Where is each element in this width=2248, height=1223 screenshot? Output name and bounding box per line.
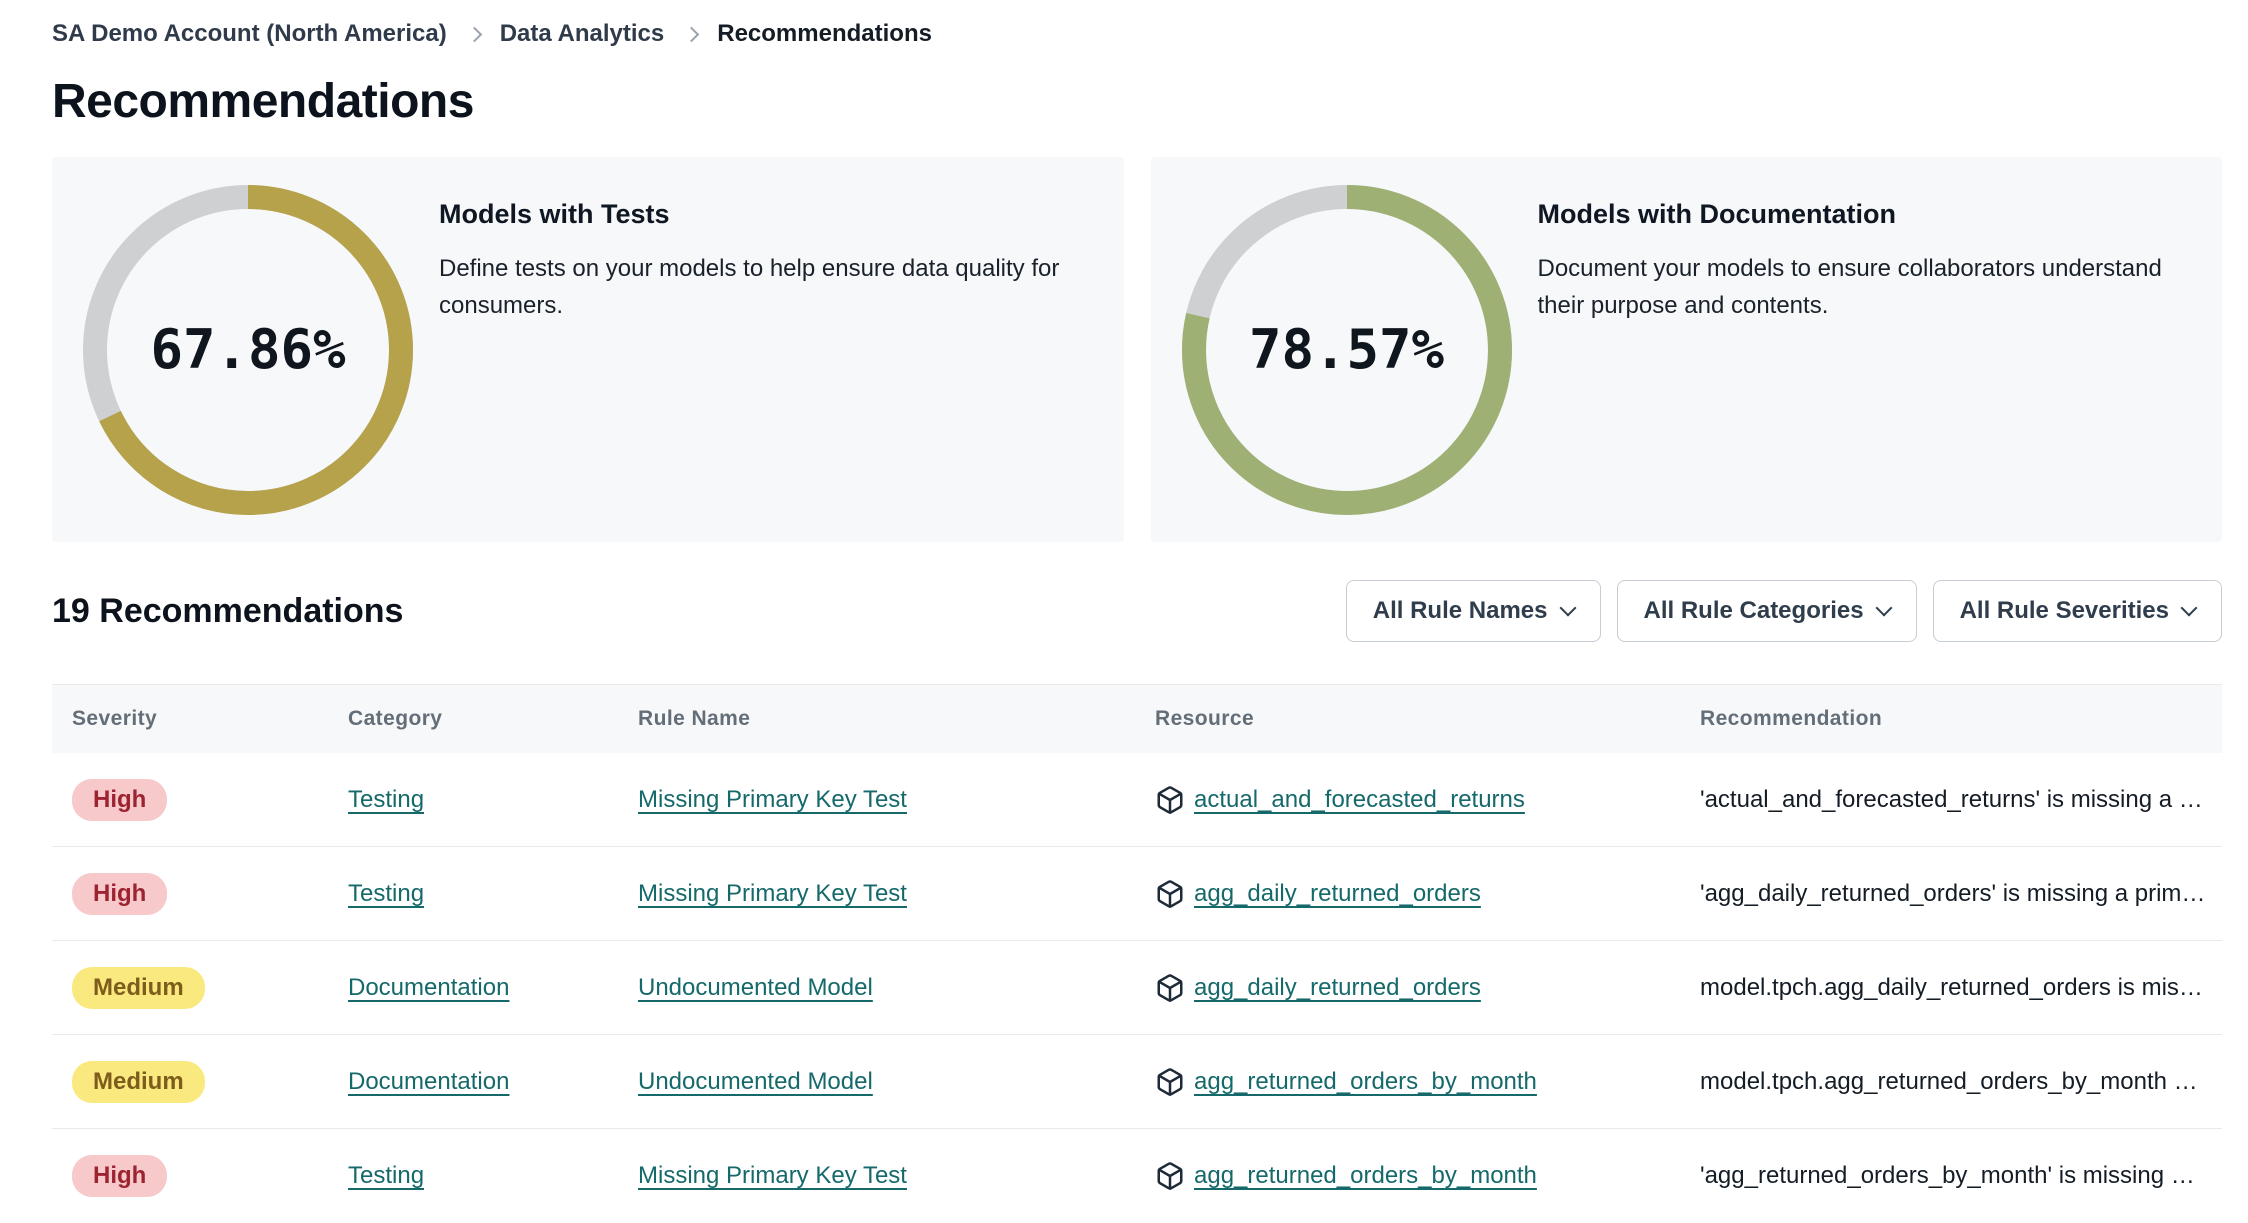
severity-badge: High — [72, 872, 168, 915]
recommendation-text: model.tpch.agg_returned_orders_by_month … — [1700, 1067, 2198, 1095]
recommendations-page: SA Demo Account (North America) Data Ana… — [0, 0, 2248, 1223]
breadcrumb-account[interactable]: SA Demo Account (North America) — [52, 20, 447, 48]
resource-link[interactable]: agg_returned_orders_by_month — [1194, 1162, 1537, 1190]
resource-link[interactable]: actual_and_forecasted_returns — [1194, 786, 1525, 814]
resource-link[interactable]: agg_daily_returned_orders — [1194, 974, 1481, 1002]
metric-cards: 67.86% Models with Tests Define tests on… — [52, 157, 2222, 542]
category-link[interactable]: Testing — [348, 786, 424, 813]
column-header-resource: Resource — [1155, 707, 1255, 730]
column-header-severity: Severity — [72, 707, 158, 730]
recommendations-table: Severity Category Rule Name Resource Rec… — [52, 684, 2222, 1223]
rule-name-link[interactable]: Undocumented Model — [638, 974, 873, 1001]
chevron-right-icon — [683, 26, 700, 42]
tests-card-title: Models with Tests — [439, 199, 670, 229]
docs-card-description: Document your models to ensure collabora… — [1537, 255, 2162, 319]
rule-name-link[interactable]: Undocumented Model — [638, 1068, 873, 1095]
column-header-recommendation: Recommendation — [1700, 707, 1883, 730]
rule-name-link[interactable]: Missing Primary Key Test — [638, 1162, 907, 1189]
table-row: High Testing Missing Primary Key Test ag… — [52, 847, 2222, 941]
table-row: Medium Documentation Undocumented Model … — [52, 941, 2222, 1035]
category-link[interactable]: Testing — [348, 1162, 424, 1189]
chevron-down-icon — [1875, 599, 1893, 617]
docs-card-title: Models with Documentation — [1537, 199, 1897, 229]
rule-severities-filter[interactable]: All Rule Severities — [1932, 580, 2222, 642]
rule-name-link[interactable]: Missing Primary Key Test — [638, 786, 907, 813]
tests-donut-chart: 67.86% — [83, 184, 413, 515]
recommendation-text: 'agg_returned_orders_by_month' is missin… — [1700, 1162, 2195, 1189]
resource-link[interactable]: agg_daily_returned_orders — [1194, 880, 1481, 908]
breadcrumb: SA Demo Account (North America) Data Ana… — [52, 20, 2222, 48]
filters: All Rule Names All Rule Categories All R… — [1345, 580, 2222, 642]
severity-badge: Medium — [72, 1060, 205, 1103]
tests-percent-label: 67.86% — [150, 318, 346, 381]
table-body: High Testing Missing Primary Key Test ac… — [52, 753, 2222, 1223]
table-row: High Testing Missing Primary Key Test ac… — [52, 753, 2222, 847]
docs-donut-chart: 78.57% — [1181, 184, 1512, 515]
rule-names-filter[interactable]: All Rule Names — [1345, 580, 1601, 642]
category-link[interactable]: Documentation — [348, 1068, 509, 1095]
recommendation-text: 'agg_daily_returned_orders' is missing a… — [1700, 879, 2206, 907]
chevron-right-icon — [466, 26, 482, 42]
page-title: Recommendations — [52, 75, 474, 128]
rule-names-filter-label: All Rule Names — [1372, 597, 1548, 624]
model-package-icon — [1155, 785, 1185, 815]
model-package-icon — [1155, 1161, 1185, 1191]
breadcrumb-project[interactable]: Data Analytics — [500, 20, 665, 48]
table-row: Medium Documentation Undocumented Model … — [52, 1035, 2222, 1129]
recommendation-text: 'actual_and_forecasted_returns' is missi… — [1700, 785, 2203, 813]
recommendation-text: model.tpch.agg_daily_returned_orders is … — [1700, 973, 2203, 1001]
model-package-icon — [1155, 973, 1185, 1003]
rule-categories-filter[interactable]: All Rule Categories — [1616, 580, 1917, 642]
list-header: 19 Recommendations All Rule Names All Ru… — [52, 580, 2222, 642]
model-package-icon — [1155, 1067, 1185, 1097]
model-package-icon — [1155, 879, 1185, 909]
resource-link[interactable]: agg_returned_orders_by_month — [1194, 1068, 1537, 1096]
rule-categories-filter-label: All Rule Categories — [1643, 597, 1864, 624]
breadcrumb-current: Recommendations — [717, 20, 932, 47]
severity-badge: Medium — [72, 966, 205, 1009]
models-with-documentation-card: 78.57% Models with Documentation Documen… — [1150, 157, 2222, 542]
rule-name-link[interactable]: Missing Primary Key Test — [638, 880, 907, 907]
docs-percent-label: 78.57% — [1248, 318, 1445, 381]
column-header-rule-name: Rule Name — [638, 707, 751, 730]
category-link[interactable]: Testing — [348, 880, 424, 907]
table-row: High Testing Missing Primary Key Test ag… — [52, 1129, 2222, 1223]
severity-badge: High — [72, 1155, 168, 1197]
chevron-down-icon — [1559, 599, 1576, 617]
column-header-category: Category — [348, 707, 443, 730]
chevron-down-icon — [2180, 599, 2198, 617]
table-header: Severity Category Rule Name Resource Rec… — [52, 685, 2222, 753]
recommendations-count-heading: 19 Recommendations — [52, 591, 404, 630]
tests-card-description: Define tests on your models to help ensu… — [439, 255, 1060, 319]
severity-badge: High — [72, 778, 168, 821]
category-link[interactable]: Documentation — [348, 974, 509, 1001]
rule-severities-filter-label: All Rule Severities — [1959, 597, 2169, 624]
models-with-tests-card: 67.86% Models with Tests Define tests on… — [52, 157, 1124, 542]
